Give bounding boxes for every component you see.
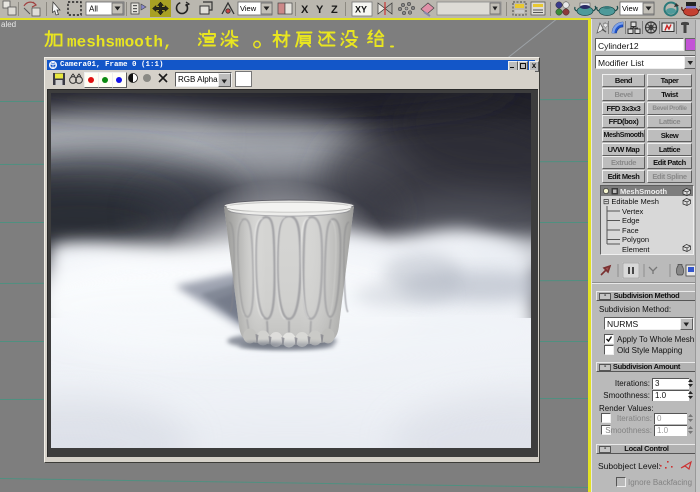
svg-text:All: All [89, 5, 98, 14]
svg-text:XY: XY [355, 5, 367, 15]
svg-text:Z: Z [331, 4, 338, 16]
svg-text:View: View [240, 4, 257, 13]
svg-text:X: X [301, 4, 309, 16]
svg-text:View: View [622, 4, 639, 13]
svg-text:aled: aled [1, 20, 16, 29]
svg-text:meshsmooth,: meshsmooth, [67, 34, 173, 52]
svg-text:Y: Y [316, 4, 324, 16]
